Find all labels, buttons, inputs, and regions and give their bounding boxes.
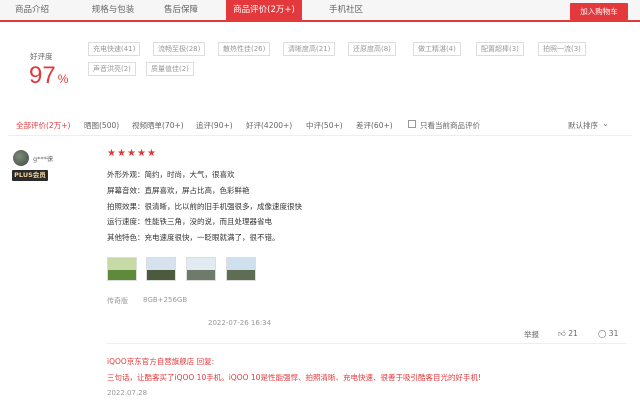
filter-all[interactable]: 全部评价(2万+) — [16, 120, 70, 131]
filter-follow-up[interactable]: 追评(90+) — [196, 120, 233, 131]
review-tag[interactable]: 清晰度高(21) — [283, 42, 336, 56]
star-icon: ★ — [117, 148, 126, 159]
report-button[interactable]: 举报 — [524, 329, 539, 340]
comment-icon: ◯ — [598, 329, 607, 338]
chevron-down-icon[interactable]: ⌄ — [602, 119, 609, 128]
review-tag[interactable]: 声音洪亮(2) — [88, 62, 136, 76]
review-line-screen: 屏幕音效：直屏喜欢，屏占比高，色彩鲜艳 — [107, 186, 250, 195]
only-current-checkbox[interactable] — [408, 120, 416, 128]
seller-reply-text: 三句话，让酷客买了iQOO 10手机。iQOO 10是性能强悍、拍照清晰、充电快… — [107, 373, 481, 382]
review-tag[interactable]: 质量值佳(2) — [146, 62, 194, 76]
filter-photos[interactable]: 晒图(500) — [84, 120, 119, 131]
rating-percentage: 97% — [29, 62, 68, 90]
review-tag[interactable]: 还原度高(8) — [348, 42, 396, 56]
review-tag[interactable]: 做工精湛(4) — [413, 42, 461, 56]
review-tag[interactable]: 配置超棒(3) — [476, 42, 524, 56]
review-date: 2022-07-26 16:34 — [208, 319, 272, 327]
review-line-appearance: 外形外观：简约，时尚，大气，很喜欢 — [107, 170, 235, 179]
review-line-camera: 拍照效果：很清晰，比以前的旧手机强很多，成像速度很快 — [107, 202, 302, 211]
review-filter-bar: 全部评价(2万+) 晒图(500) 视频晒单(70+) 追评(90+) 好评(4… — [8, 116, 632, 136]
like-count: 21 — [568, 329, 578, 338]
product-tab-bar: 商品介绍 规格与包装 售后保障 商品评价(2万+) 手机社区 加入购物车 — [0, 0, 640, 22]
divider — [107, 343, 627, 344]
sort-dropdown[interactable]: 默认排序 — [568, 120, 598, 131]
tab-product-reviews[interactable]: 商品评价(2万+) — [226, 0, 302, 20]
product-storage: 8GB+256GB — [143, 296, 188, 304]
star-rating: ★★★★★ — [107, 148, 157, 159]
add-to-cart-button[interactable]: 加入购物车 — [570, 3, 628, 20]
reviewer-username: g***徕 — [33, 155, 54, 163]
review-tag[interactable]: 散热性佳(26) — [218, 42, 271, 56]
rating-value: 97 — [29, 62, 56, 89]
review-tag[interactable]: 流畅至极(28) — [153, 42, 206, 56]
seller-reply-heading: iQOO京东官方自营旗舰店 回复: — [107, 357, 215, 366]
product-variant: 传奇版 — [107, 297, 128, 305]
star-icon: ★ — [147, 148, 156, 159]
review-photo-thumbnail[interactable] — [146, 257, 176, 281]
only-current-label[interactable]: 只看当前商品评价 — [420, 120, 480, 131]
tab-spec-package[interactable]: 规格与包装 — [66, 0, 160, 20]
review-photo-thumbnail[interactable] — [107, 257, 137, 281]
plus-member-badge: PLUS会员 — [12, 170, 48, 181]
tab-after-sales[interactable]: 售后保障 — [150, 0, 212, 20]
filter-neutral[interactable]: 中评(50+) — [306, 120, 343, 131]
star-icon: ★ — [137, 148, 146, 159]
comment-button[interactable]: ◯ 31 — [598, 329, 618, 338]
seller-reply-date: 2022.07.28 — [107, 389, 148, 397]
review-photo-thumbnail[interactable] — [186, 257, 216, 281]
star-icon: ★ — [107, 148, 116, 159]
like-button[interactable]: 👍︎ 21 — [558, 329, 578, 339]
review-tag[interactable]: 充电快速(41) — [88, 42, 141, 56]
comment-count: 31 — [608, 329, 619, 338]
avatar[interactable] — [13, 150, 29, 166]
filter-positive[interactable]: 好评(4200+) — [246, 120, 292, 131]
review-photo-thumbnail[interactable] — [226, 257, 256, 281]
review-tag[interactable]: 拍照一流(3) — [538, 42, 586, 56]
tab-phone-community[interactable]: 手机社区 — [310, 0, 382, 20]
review-line-speed: 运行速度：性能铁三角，没的说，而且处理器省电 — [107, 217, 272, 226]
thumbs-up-icon: 👍︎ — [558, 329, 566, 338]
tab-product-intro[interactable]: 商品介绍 — [0, 0, 64, 20]
star-icon: ★ — [127, 148, 136, 159]
rating-label: 好评度 — [30, 52, 53, 61]
filter-videos[interactable]: 视频晒单(70+) — [132, 120, 184, 131]
review-line-other: 其他特色：充电速度很快，一眨眼就满了，很不错。 — [107, 233, 280, 242]
filter-negative[interactable]: 差评(60+) — [356, 120, 393, 131]
rating-unit: % — [57, 72, 69, 86]
